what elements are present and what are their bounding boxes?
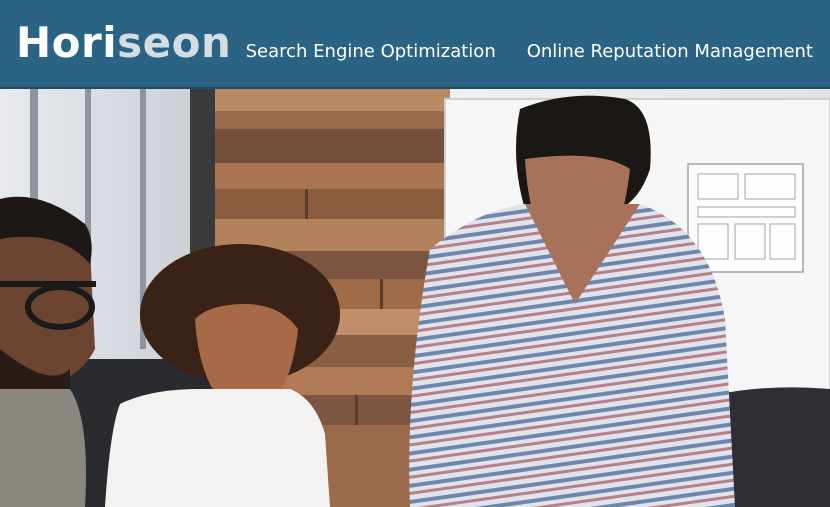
office-chair [720, 387, 830, 507]
site-logo[interactable]: Horiseon [16, 18, 231, 68]
nav-link-seo[interactable]: Search Engine Optimization [246, 40, 496, 64]
main-nav: Search Engine Optimization Online Reputa… [246, 40, 813, 64]
person-left [0, 196, 96, 507]
hero-image [0, 89, 830, 507]
site-header: Horiseon Search Engine Optimization Onli… [0, 0, 830, 89]
wireframe-sketch [687, 163, 804, 273]
nav-link-reputation[interactable]: Online Reputation Management [527, 40, 813, 64]
logo-text-primary: Hori [16, 18, 118, 67]
logo-text-accent: seon [117, 18, 232, 67]
hero-photo-illustration [0, 89, 830, 507]
